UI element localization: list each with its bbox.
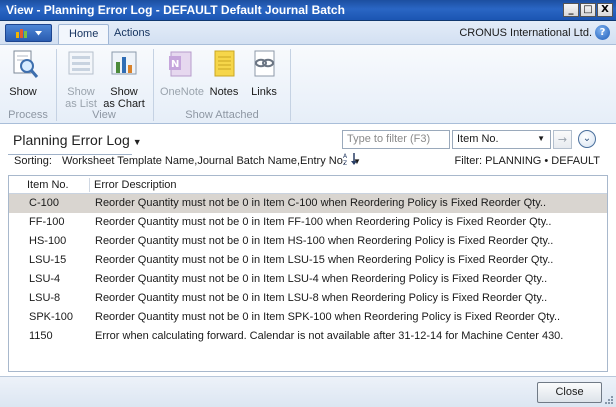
notes-button[interactable]: Notes <box>208 48 240 98</box>
magnifier-document-icon <box>13 50 39 78</box>
chevron-down-icon <box>35 30 42 35</box>
svg-text:Z: Z <box>343 160 347 166</box>
cell-error-description: Reorder Quantity must not be 0 in Item L… <box>95 273 548 285</box>
page-header: Planning Error Log ▼ Type to filter (F3) … <box>0 125 616 173</box>
group-view-label: View <box>92 109 116 121</box>
cell-item-no: LSU-4 <box>29 273 61 285</box>
onenote-icon: N <box>169 51 192 77</box>
show-button[interactable]: Show <box>8 48 39 98</box>
close-button[interactable]: Close <box>537 382 602 403</box>
show-as-list-button[interactable]: Show as List <box>62 48 100 110</box>
action-bar: Close <box>0 376 616 407</box>
arrow-right-icon: → <box>557 133 568 146</box>
links-button[interactable]: Links <box>248 48 280 98</box>
help-icon[interactable]: ? <box>595 25 610 40</box>
close-window-button[interactable]: X <box>597 3 613 17</box>
table-row[interactable]: LSU-8 Reorder Quantity must not be 0 in … <box>9 289 607 308</box>
sorting-value: Worksheet Template Name,Journal Batch Na… <box>62 155 346 167</box>
chart-icon <box>111 51 137 75</box>
sticky-note-icon <box>214 50 235 77</box>
ribbon: Show Process Show as List Show as Chart … <box>0 44 616 124</box>
window-title: View - Planning Error Log - DEFAULT Defa… <box>6 3 345 17</box>
cell-item-no: FF-100 <box>29 216 65 228</box>
cell-error-description: Reorder Quantity must not be 0 in Item C… <box>95 197 546 209</box>
show-as-list-label: Show as List <box>65 86 97 110</box>
page-title: Planning Error Log <box>13 132 130 148</box>
expand-filter-button[interactable]: ⌄ <box>578 130 596 148</box>
svg-text:N: N <box>171 59 179 70</box>
error-log-table: Item No. Error Description C-100 Reorder… <box>8 175 608 372</box>
notes-label: Notes <box>209 86 239 98</box>
show-label: Show <box>9 86 37 98</box>
sort-ascending-icon[interactable]: A Z <box>343 152 361 166</box>
column-separator[interactable] <box>89 178 90 192</box>
chevron-down-icon: ▼ <box>537 134 545 143</box>
table-row[interactable]: LSU-4 Reorder Quantity must not be 0 in … <box>9 270 607 289</box>
ribbon-separator <box>290 49 291 121</box>
chevron-down-icon: ⌄ <box>582 133 592 144</box>
ribbon-separator <box>153 49 154 121</box>
resize-grip-icon[interactable] <box>604 395 614 405</box>
sorting-label: Sorting: <box>14 155 52 167</box>
table-row[interactable]: LSU-15 Reorder Quantity must not be 0 in… <box>9 251 607 270</box>
company-name: CRONUS International Ltd. <box>459 27 592 39</box>
cell-error-description: Error when calculating forward. Calendar… <box>95 330 564 342</box>
page-title-menu[interactable]: Planning Error Log ▼ <box>13 132 142 148</box>
application-menu-button[interactable] <box>5 24 52 42</box>
tab-home[interactable]: Home <box>58 24 110 44</box>
maximize-button[interactable]: □ <box>580 3 596 17</box>
window-controls: _ □ X <box>563 3 613 17</box>
dynamics-logo-icon <box>16 29 27 38</box>
cell-item-no: C-100 <box>29 197 59 209</box>
table-header: Item No. Error Description <box>9 176 607 194</box>
show-as-chart-button[interactable]: Show as Chart <box>103 48 145 110</box>
links-label: Links <box>251 86 277 98</box>
svg-text:A: A <box>343 153 348 160</box>
cell-item-no: LSU-8 <box>29 292 61 304</box>
group-process-label: Process <box>8 109 48 121</box>
cell-item-no: HS-100 <box>29 235 67 247</box>
cell-item-no: SPK-100 <box>29 311 74 323</box>
chevron-down-icon: ▼ <box>132 137 142 147</box>
list-icon <box>68 51 94 75</box>
filter-input[interactable]: Type to filter (F3) <box>342 130 450 149</box>
filter-info: Filter: PLANNING • DEFAULT <box>454 155 600 167</box>
table-row[interactable]: 1150 Error when calculating forward. Cal… <box>9 327 607 346</box>
apply-filter-button[interactable]: → <box>553 130 572 149</box>
tab-actions[interactable]: Actions <box>104 24 160 44</box>
cell-error-description: Reorder Quantity must not be 0 in Item F… <box>95 216 552 228</box>
show-as-chart-label: Show as Chart <box>103 86 145 110</box>
sorting-select[interactable]: Worksheet Template Name,Journal Batch Na… <box>62 155 361 167</box>
window-title-bar: View - Planning Error Log - DEFAULT Defa… <box>0 0 616 21</box>
cell-item-no: LSU-15 <box>29 254 67 266</box>
table-row[interactable]: FF-100 Reorder Quantity must not be 0 in… <box>9 213 607 232</box>
onenote-button[interactable]: N OneNote <box>160 48 204 98</box>
onenote-label: OneNote <box>160 86 205 98</box>
column-header-item-no[interactable]: Item No. <box>27 179 69 191</box>
group-show-attached-label: Show Attached <box>185 109 259 121</box>
table-row[interactable]: C-100 Reorder Quantity must not be 0 in … <box>9 194 607 213</box>
filter-field-select[interactable]: Item No. ▼ <box>452 130 551 149</box>
ribbon-separator <box>56 49 57 121</box>
cell-error-description: Reorder Quantity must not be 0 in Item S… <box>95 311 561 323</box>
minimize-button[interactable]: _ <box>563 3 579 17</box>
ribbon-tab-row: Home Actions CRONUS International Ltd. ? <box>0 21 616 44</box>
column-header-error-description[interactable]: Error Description <box>94 179 177 191</box>
cell-error-description: Reorder Quantity must not be 0 in Item L… <box>95 254 554 266</box>
chain-link-icon <box>254 50 275 77</box>
cell-error-description: Reorder Quantity must not be 0 in Item H… <box>95 235 554 247</box>
cell-item-no: 1150 <box>29 330 53 342</box>
cell-error-description: Reorder Quantity must not be 0 in Item L… <box>95 292 548 304</box>
table-row[interactable]: HS-100 Reorder Quantity must not be 0 in… <box>9 232 607 251</box>
filter-field-value: Item No. <box>457 133 499 145</box>
table-row[interactable]: SPK-100 Reorder Quantity must not be 0 i… <box>9 308 607 327</box>
